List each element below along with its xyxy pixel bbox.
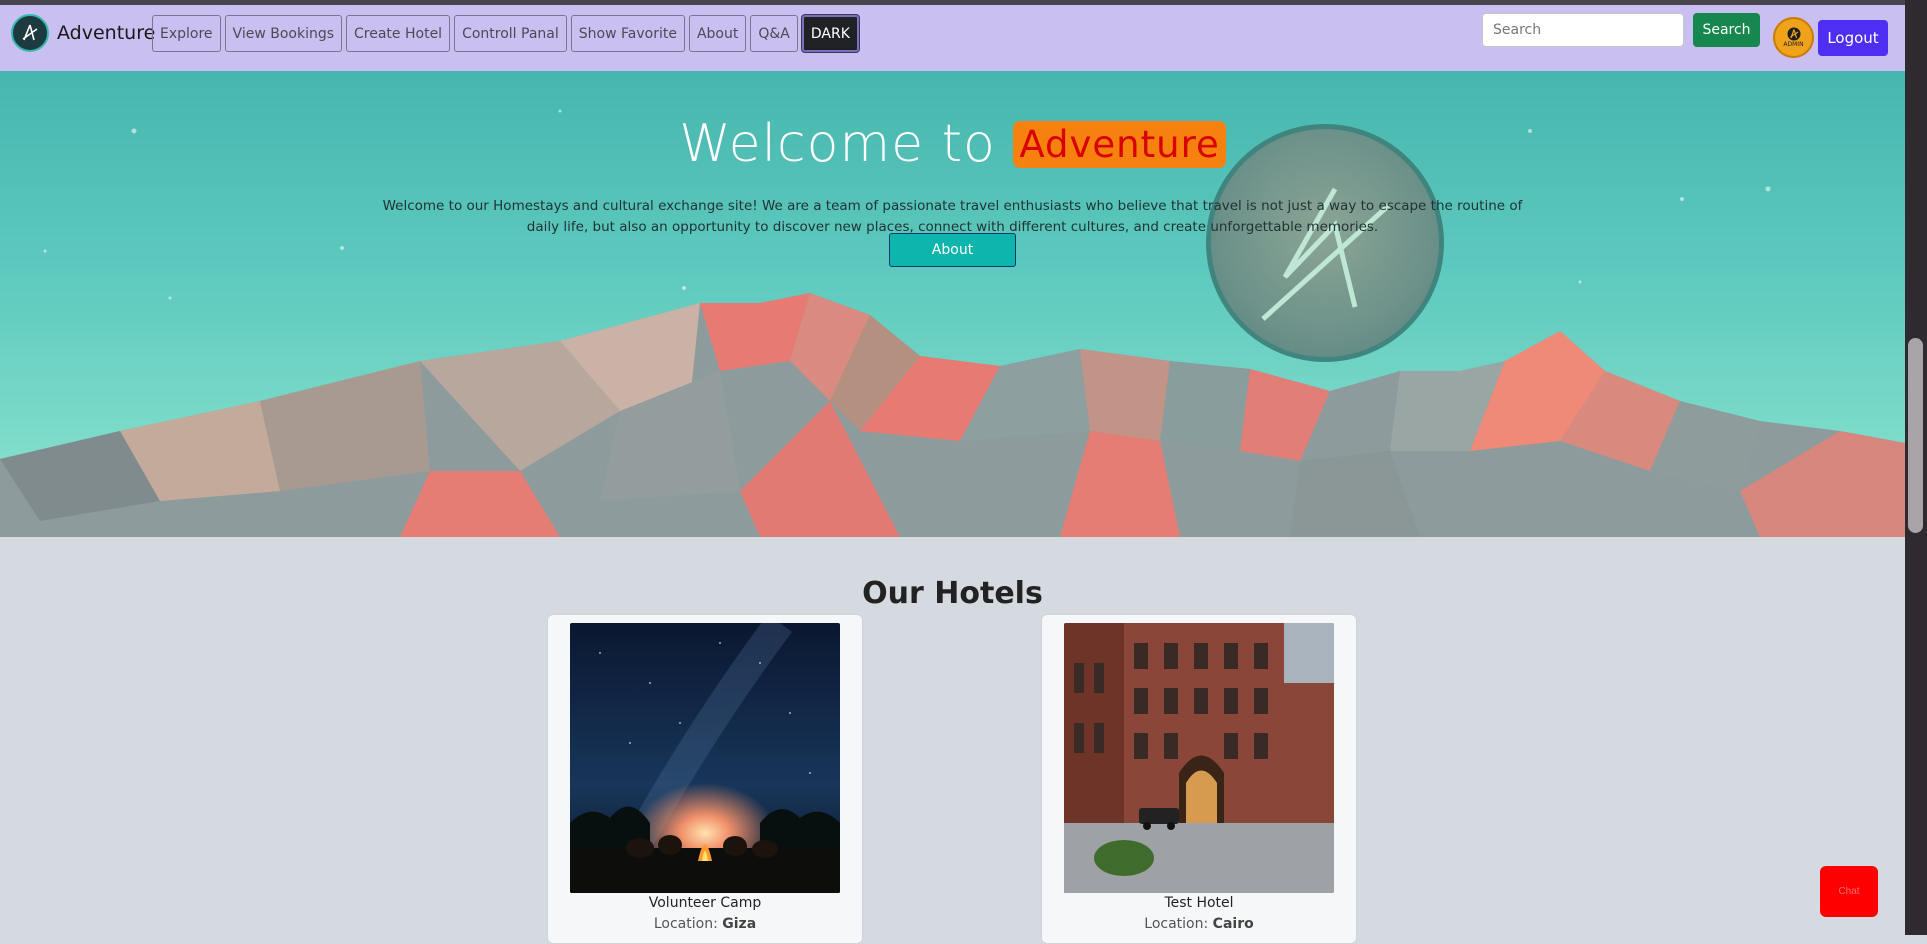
hotel-card[interactable]: Volunteer Camp Location: Giza bbox=[547, 614, 863, 944]
hero-about-button[interactable]: About bbox=[889, 233, 1016, 267]
hotel-card[interactable]: Test Hotel Location: Cairo bbox=[1041, 614, 1357, 944]
nav-about-button[interactable]: About bbox=[688, 15, 747, 52]
nav-control-panel-button[interactable]: Controll Panal bbox=[454, 15, 567, 52]
dark-mode-toggle[interactable]: DARK bbox=[801, 15, 859, 52]
nav-qa-button[interactable]: Q&A bbox=[750, 15, 798, 52]
floating-chat-button[interactable]: Chat bbox=[1820, 866, 1878, 917]
hero-title-prefix: Welcome to bbox=[679, 114, 996, 174]
hotels-section-title: Our Hotels bbox=[862, 575, 1043, 611]
hotel-location: Location: Giza bbox=[548, 916, 862, 932]
location-label: Location: bbox=[653, 916, 718, 932]
hotel-building-image bbox=[1064, 623, 1334, 893]
nav-create-hotel-button[interactable]: Create Hotel bbox=[346, 15, 451, 52]
hero-banner: Welcome to Adventure Welcome to our Home… bbox=[0, 71, 1905, 537]
hotel-image[interactable] bbox=[570, 623, 840, 893]
campfire-night-image bbox=[570, 623, 840, 893]
search-input[interactable] bbox=[1482, 13, 1684, 47]
nav-explore-button[interactable]: Explore bbox=[152, 15, 221, 52]
hotel-location: Location: Cairo bbox=[1042, 916, 1356, 932]
hero-title: Welcome to Adventure bbox=[0, 111, 1905, 174]
location-value: Cairo bbox=[1212, 916, 1254, 932]
user-avatar[interactable]: ADMIN bbox=[1773, 17, 1814, 58]
nav-view-bookings-button[interactable]: View Bookings bbox=[224, 15, 343, 52]
avatar-label: ADMIN bbox=[1783, 41, 1804, 48]
brand-name: Adventure bbox=[57, 22, 156, 44]
hotel-name: Test Hotel bbox=[1164, 895, 1234, 911]
location-label: Location: bbox=[1144, 916, 1209, 932]
scrollbar-thumb[interactable] bbox=[1908, 338, 1923, 533]
hotel-image[interactable] bbox=[1064, 623, 1334, 893]
logout-button[interactable]: Logout bbox=[1818, 20, 1888, 56]
navbar: Adventure Explore View Bookings Create H… bbox=[0, 5, 1905, 71]
search-button[interactable]: Search bbox=[1693, 13, 1760, 47]
adventure-logo-icon bbox=[11, 14, 49, 52]
brand[interactable]: Adventure bbox=[11, 14, 155, 52]
hotel-name: Volunteer Camp bbox=[648, 895, 762, 911]
nav-links: Explore View Bookings Create Hotel Contr… bbox=[152, 15, 859, 52]
nav-show-favorite-button[interactable]: Show Favorite bbox=[570, 15, 685, 52]
avatar-logo-icon bbox=[1787, 27, 1800, 41]
hero-title-highlight: Adventure bbox=[1013, 120, 1226, 168]
location-value: Giza bbox=[722, 916, 757, 932]
hero-description: Welcome to our Homestays and cultural ex… bbox=[382, 197, 1523, 235]
